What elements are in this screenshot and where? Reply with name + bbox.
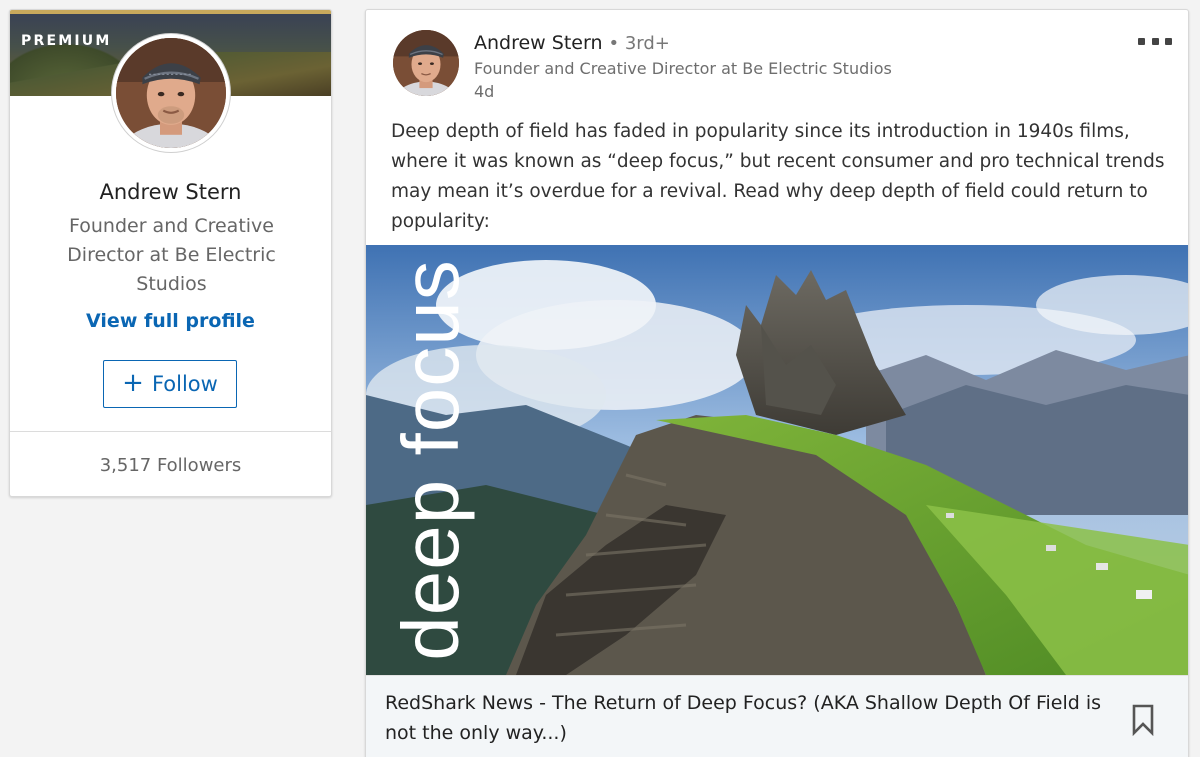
post-text: Deep depth of field has faded in popular… <box>391 121 1165 232</box>
avatar[interactable] <box>112 34 230 152</box>
post-timestamp: 4d <box>474 82 495 101</box>
profile-card: PREMIUM Andrew Stern Founder and Creativ… <box>9 9 332 497</box>
divider <box>10 431 331 432</box>
post-image[interactable]: deep focus <box>366 245 1188 675</box>
more-options-button[interactable] <box>1138 34 1172 48</box>
post-author-name[interactable]: Andrew Stern <box>474 32 602 54</box>
image-overlay-label: deep focus <box>386 259 475 661</box>
premium-badge: PREMIUM <box>21 33 112 49</box>
profile-name[interactable]: Andrew Stern <box>10 180 331 204</box>
connection-degree: • 3rd+ <box>608 33 670 54</box>
mountain-landscape-image <box>366 245 1188 675</box>
link-preview[interactable]: RedShark News - The Return of Deep Focus… <box>366 675 1188 757</box>
followers-count: 3,517 Followers <box>99 455 242 476</box>
post-author-headline: Founder and Creative Director at Be Elec… <box>474 59 892 78</box>
follow-label: Follow <box>151 372 218 396</box>
avatar-photo-icon <box>116 38 226 148</box>
more-horizontal-icon <box>1138 37 1145 45</box>
bookmark-icon[interactable] <box>1131 704 1155 736</box>
post-author-avatar[interactable] <box>393 30 459 96</box>
post-card: Andrew Stern • 3rd+ Founder and Creative … <box>365 9 1189 757</box>
link-preview-title[interactable]: RedShark News - The Return of Deep Focus… <box>385 688 1105 748</box>
profile-headline: Founder and Creative Director at Be Elec… <box>67 215 276 295</box>
view-full-profile-link[interactable]: View full profile <box>10 310 331 332</box>
follow-button[interactable]: + Follow <box>103 360 237 408</box>
avatar-photo-icon <box>393 30 459 96</box>
post-author-line: Andrew Stern • 3rd+ <box>474 32 670 54</box>
image-overlay-text: deep focus <box>371 245 475 675</box>
plus-icon: + <box>122 368 144 398</box>
